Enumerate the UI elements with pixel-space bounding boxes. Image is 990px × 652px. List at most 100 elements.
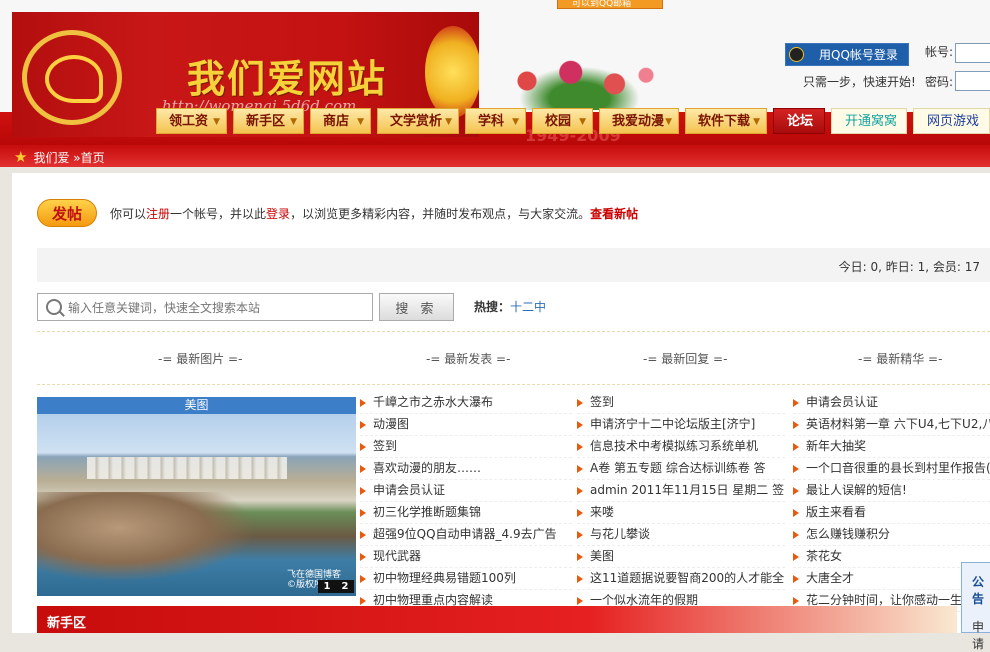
list-item-title: 超强9位QQ自动申请器_4.9去广告 [373,527,557,541]
column-header-posts: -= 最新发表 =- [426,352,511,366]
list-item-title: 一个口音很重的县长到村里作报告( [806,461,990,475]
list-item[interactable]: 动漫图 [360,414,572,436]
list-item[interactable]: 新年大抽奖 [793,436,990,458]
arrow-right-icon [577,487,583,495]
list-item[interactable]: 申请会员认证 [360,480,572,502]
list-item[interactable]: 喜欢动漫的朋友…… [360,458,572,480]
list-item-title: 最让人误解的短信! [806,483,907,497]
arrow-right-icon [793,597,799,605]
list-item-title: 来喽 [590,505,615,519]
breadcrumb-home[interactable]: 我们爱 [33,151,69,165]
list-item-title: 茶花女 [806,549,843,563]
nav-item-shop[interactable]: 商店 ▼ [310,108,371,134]
list-item[interactable]: 千嶂之市之赤水大瀑布 [360,392,572,414]
list-item-title: 初中物理经典易错题100列 [373,571,516,585]
breadcrumb-bar [0,145,990,167]
nav-item-newbie[interactable]: 新手区 ▼ [233,108,304,134]
arrow-right-icon [360,421,366,429]
arrow-right-icon [577,421,583,429]
chevron-down-icon: ▼ [512,117,519,127]
breadcrumb: ★ 我们爱 »首页 [14,148,105,166]
slideshow-pager: 1 2 [318,580,354,593]
list-item[interactable]: 美图 [577,546,785,568]
nav-item-salary[interactable]: 领工资 ▼ [156,108,227,134]
dragon-logo-icon [22,30,122,125]
image-houses [87,457,287,479]
list-item[interactable]: 英语材料第一章 六下U4,七下U2,八 [793,414,990,436]
list-item-title: admin 2011年11月15日 星期二 签 [590,483,785,497]
list-item-title: 新年大抽奖 [806,439,867,453]
hot-search-keyword[interactable]: 十二中 [510,300,546,314]
new-post-button[interactable]: 发帖 [37,199,97,227]
list-item-title: 怎么赚钱赚积分 [806,527,891,541]
list-item[interactable]: 申请济宁十二中论坛版主[济宁] [577,414,785,436]
arrow-right-icon [577,553,583,561]
list-item[interactable]: 来喽 [577,502,785,524]
view-new-posts-link[interactable]: 查看新帖 [590,207,638,221]
nav-item-anime[interactable]: 我爱动漫 ▼ [599,108,679,134]
list-item-title: 喜欢动漫的朋友…… [373,461,482,475]
list-item-title: 信息技术中考模拟练习系统单机 [590,439,759,453]
pager-button-1[interactable]: 1 [318,580,336,593]
nav-item-campus[interactable]: 校园 ▼ [532,108,593,134]
nav-item-literature[interactable]: 文学赏析 ▼ [377,108,459,134]
list-item[interactable]: 这11道题据说要智商200的人才能全 [577,568,785,590]
stats-text: 今日: 0, 昨日: 1, 会员: 17 [838,260,980,274]
arrow-right-icon [577,509,583,517]
list-item-title: 申请会员认证 [373,483,446,497]
list-item[interactable]: 最让人误解的短信! [793,480,990,502]
list-item[interactable]: 申请会员认证 [793,392,990,414]
qq-mail-tag[interactable]: 可以到QQ邮箱 [557,0,663,9]
pager-button-2[interactable]: 2 [336,580,354,593]
account-input[interactable] [955,43,990,63]
chevron-down-icon: ▼ [357,117,364,127]
login-link[interactable]: 登录 [266,207,290,221]
list-item[interactable]: admin 2011年11月15日 星期二 签 [577,480,785,502]
register-link[interactable]: 注册 [146,207,170,221]
breadcrumb-current[interactable]: 首页 [81,151,105,165]
list-item[interactable]: 版主来看看 [793,502,990,524]
notice-text: ，以浏览更多精彩内容，并随时发布观点，与大家交流。 [290,207,591,221]
arrow-right-icon [793,399,799,407]
search-button[interactable]: 搜 索 [379,293,454,321]
site-title: 我们爱网站 [187,56,388,101]
divider [37,384,990,385]
list-item[interactable]: 与花儿攀谈 [577,524,785,546]
nav-item-subjects[interactable]: 学科 ▼ [465,108,526,134]
star-icon: ★ [14,148,28,166]
nav-item-label: 开通窝窝 [845,114,898,129]
list-item-title: 初三化学推断题集锦 [373,505,482,519]
list-item-title: 大唐全才 [806,571,855,585]
nav-item-downloads[interactable]: 软件下载 ▼ [685,108,767,134]
list-item[interactable]: A卷 第五专题 综合达标训练卷 答 [577,458,785,480]
nav-item-web-games[interactable]: 网页游戏 [913,108,990,134]
list-item[interactable]: 一个口音很重的县长到村里作报告( [793,458,990,480]
list-item[interactable]: 签到 [360,436,572,458]
chevron-down-icon: ▼ [290,117,297,127]
qq-login-button[interactable]: 用QQ帐号登录 [785,43,909,66]
list-item[interactable]: 初三化学推断题集锦 [360,502,572,524]
announcement-popup[interactable]: 公告 申请 [961,562,990,651]
notice-text: 一个帐号，并以此 [170,207,267,221]
search-input[interactable] [66,297,370,319]
nav-item-label: 领工资 [169,114,209,129]
list-item[interactable]: 超强9位QQ自动申请器_4.9去广告 [360,524,572,546]
login-panel: 用QQ帐号登录 帐号: 只需一步，快速开始! 密码: [785,43,990,98]
nav-item-open-nest[interactable]: 开通窝窝 [831,108,907,134]
list-item[interactable]: 初中物理经典易错题100列 [360,568,572,590]
arrow-right-icon [360,553,366,561]
nav-item-label: 论坛 [787,114,814,129]
list-item[interactable]: 签到 [577,392,785,414]
arrow-right-icon [793,421,799,429]
section-title[interactable]: 新手区 [47,612,86,631]
arrow-right-icon [360,443,366,451]
list-item[interactable]: 现代武器 [360,546,572,568]
latest-replies-list: 签到 申请济宁十二中论坛版主[济宁] 信息技术中考模拟练习系统单机 A卷 第五专… [577,392,785,612]
password-input[interactable] [955,71,990,91]
nav-item-label: 文学赏析 [390,114,443,129]
stats-bar: 今日: 0, 昨日: 1, 会员: 17 [37,248,990,282]
nav-item-forum[interactable]: 论坛 [773,108,825,134]
list-item[interactable]: 怎么赚钱赚积分 [793,524,990,546]
featured-image-slideshow[interactable]: 美图 飞在德国博客 ©版权所有 1 2 [37,397,356,596]
list-item[interactable]: 信息技术中考模拟练习系统单机 [577,436,785,458]
